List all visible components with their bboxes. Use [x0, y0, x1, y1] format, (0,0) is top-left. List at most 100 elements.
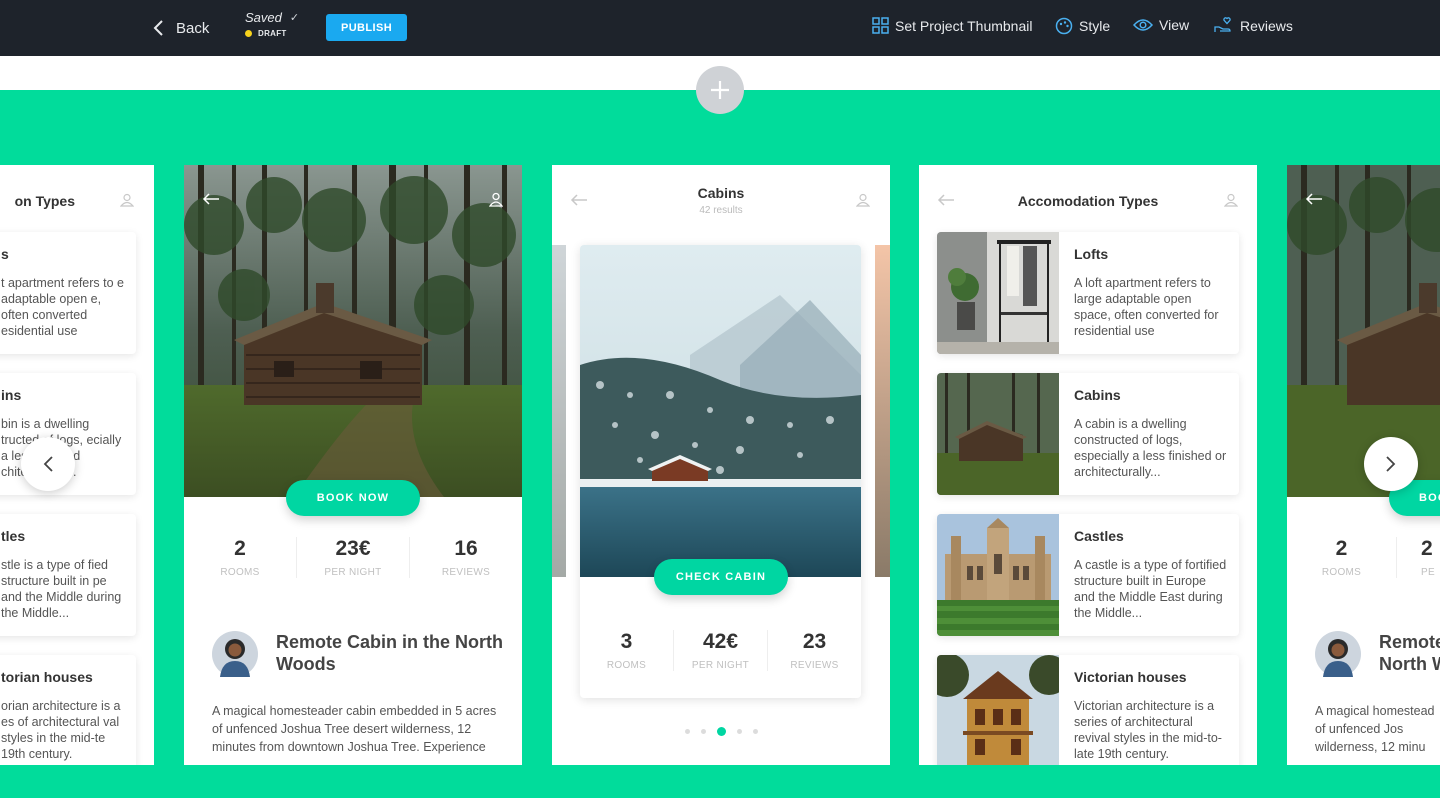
accommodation-card-victorian[interactable]: Victorian houses Victorian architecture …	[937, 655, 1239, 765]
screen-title: Cabins	[697, 185, 745, 201]
stat-rooms: 3 ROOMS	[580, 630, 674, 671]
listing-title: Remote North W	[1379, 632, 1440, 674]
stat-value: 16	[454, 537, 478, 560]
pagination-dot[interactable]	[684, 729, 690, 734]
cabin-card[interactable]: 3 ROOMS 42€ PER NIGHT 23 REVIEWS	[580, 245, 861, 698]
carousel-prev-button[interactable]	[21, 437, 75, 491]
back-button[interactable]: Back	[152, 16, 209, 40]
accommodation-card-cabins[interactable]: Cabins A cabin is a dwelling constructed…	[937, 373, 1239, 495]
prev-card-peek[interactable]	[552, 245, 566, 577]
chevron-left-icon	[43, 456, 53, 472]
castle-photo	[937, 514, 1059, 636]
user-icon[interactable]	[856, 193, 870, 207]
forest-cabin-photo	[184, 165, 522, 497]
card-desc: Victorian architecture is a series of ar…	[1074, 699, 1222, 761]
book-now-button[interactable]: BOOK NOW	[286, 480, 420, 516]
card-title: s	[1, 246, 9, 262]
user-icon[interactable]	[1224, 193, 1238, 207]
stat-value: 42€	[702, 630, 739, 653]
arrow-left-icon[interactable]	[1305, 193, 1323, 205]
pagination-dot[interactable]	[700, 729, 706, 734]
chevron-left-icon	[153, 20, 163, 36]
top-toolbar: Back Saved ✓ DRAFT PUBLISH Set Project Th…	[0, 0, 1440, 56]
hand-heart-icon	[1214, 17, 1231, 32]
check-cabin-button[interactable]: CHECK CABIN	[654, 559, 788, 595]
stat-label: PE	[1421, 567, 1435, 578]
forest-cabin-photo	[1287, 165, 1440, 497]
user-icon	[120, 193, 134, 207]
card-title: ins	[1, 387, 22, 403]
stat-price: 23€ PER NIGHT	[297, 537, 410, 578]
screen-header: Cabins 42 results	[552, 165, 890, 225]
accommodation-card-cropped[interactable]: tles stle is a type of fied structure bu…	[0, 514, 136, 636]
add-section-button[interactable]	[696, 66, 744, 114]
card-desc: A cabin is a dwelling constructed of log…	[1074, 417, 1227, 479]
view-button[interactable]: View	[1133, 17, 1189, 33]
stat-label: ROOMS	[220, 567, 260, 578]
host-avatar[interactable]	[212, 631, 258, 677]
reviews-button[interactable]: Reviews	[1214, 17, 1293, 34]
accommodation-card-cropped[interactable]: torian houses orian architecture is a es…	[0, 655, 136, 765]
draft-badge: DRAFT	[258, 29, 287, 38]
style-button[interactable]: Style	[1055, 17, 1110, 35]
status-dot	[245, 30, 252, 37]
chevron-right-icon	[1386, 456, 1396, 472]
host-avatar[interactable]	[1315, 631, 1361, 677]
listing-description: A magical homesteader cabin embedded in …	[212, 704, 497, 754]
stat-rooms: 2 ROOMS	[184, 537, 297, 578]
stat-value: 23	[802, 630, 827, 653]
cabin-stats: 3 ROOMS 42€ PER NIGHT 23 REVIEWS	[580, 630, 861, 671]
screen-cabin-detail[interactable]: BOOK NOW 2 ROOMS 23€ PER NIGHT 16 REVIEWS R…	[184, 165, 522, 765]
card-desc: t apartment refers to e adaptable open e…	[1, 276, 124, 338]
stat-value: 23€	[335, 537, 371, 560]
stat-label: REVIEWS	[441, 567, 491, 578]
accommodation-card-cropped[interactable]: s t apartment refers to e adaptable open…	[0, 232, 136, 354]
card-title: torian houses	[1, 669, 93, 685]
stat-rooms: 2 ROOMS	[1287, 537, 1397, 578]
publish-button[interactable]: PUBLISH	[326, 14, 407, 41]
arrow-left-icon[interactable]	[202, 193, 220, 205]
eye-icon	[1133, 19, 1153, 31]
set-project-thumbnail-button[interactable]: Set Project Thumbnail	[872, 17, 1032, 34]
card-title: Cabins	[1074, 387, 1121, 403]
loft-photo	[937, 232, 1059, 354]
stat-label: ROOMS	[606, 660, 647, 671]
palette-icon	[1055, 17, 1073, 35]
stat-price: 42€ PER NIGHT	[674, 630, 768, 671]
user-icon[interactable]	[489, 192, 503, 207]
card-title: tles	[1, 528, 26, 544]
accommodation-card-castles[interactable]: Castles A castle is a type of fortified …	[937, 514, 1239, 636]
card-desc: orian architecture is a es of architectu…	[1, 699, 121, 761]
screen-header: Accomodation Types	[919, 165, 1257, 225]
stat-label: REVIEWS	[790, 660, 839, 671]
saved-label: Saved	[245, 10, 282, 25]
reviews-label: Reviews	[1240, 17, 1293, 34]
carousel-next-button[interactable]	[1364, 437, 1418, 491]
check-icon: ✓	[289, 12, 300, 24]
accommodation-card-lofts[interactable]: Lofts A loft apartment refers to large a…	[937, 232, 1239, 354]
card-title: Victorian houses	[1074, 669, 1187, 685]
carousel-pagination[interactable]	[552, 727, 890, 736]
next-card-peek[interactable]	[875, 245, 890, 577]
view-label: View	[1159, 17, 1190, 33]
pagination-dot[interactable]	[752, 729, 758, 734]
stat-value: 3	[620, 630, 633, 653]
pagination-dot[interactable]	[736, 729, 742, 734]
screens-section: on Types s t apartment refers to e adapt…	[0, 90, 1440, 798]
card-title: Lofts	[1074, 246, 1109, 262]
save-status: Saved ✓ DRAFT	[245, 10, 299, 38]
stat-value: 2	[1335, 537, 1348, 560]
screen-title: Accomodation Types	[1017, 193, 1159, 209]
stat-label: PER NIGHT	[324, 567, 382, 578]
victorian-house-photo	[937, 655, 1059, 765]
cabin-photo	[937, 373, 1059, 495]
stat-label: ROOMS	[1321, 567, 1362, 578]
stat-price: 2 PE	[1397, 537, 1440, 578]
screen-header: on Types	[0, 165, 154, 225]
stat-label: PER NIGHT	[691, 660, 750, 671]
screen-accommodation-types[interactable]: Accomodation Types Lofts A loft apartmen…	[919, 165, 1257, 765]
pagination-dot[interactable]	[716, 727, 726, 736]
results-count: 42 results	[699, 205, 743, 216]
listing-description: A magical homestead of unfenced Jos wild…	[1315, 704, 1435, 754]
screen-cabins-list[interactable]: Cabins 42 results 3 ROOMS 42€ PER NIGHT …	[552, 165, 890, 765]
